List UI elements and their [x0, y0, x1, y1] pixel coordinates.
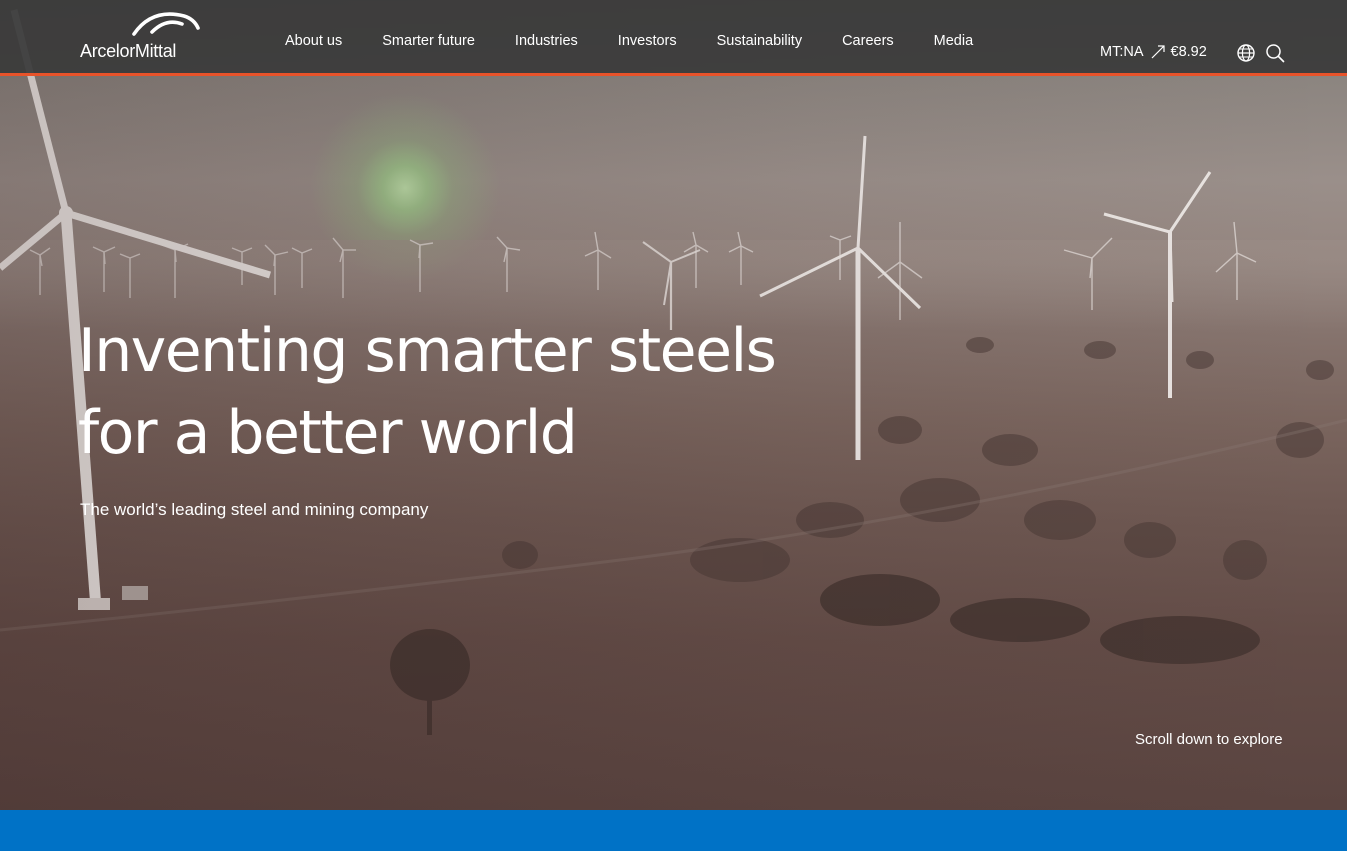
- stock-price: €8.92: [1170, 44, 1207, 60]
- hero-subtitle: The world’s leading steel and mining com…: [80, 500, 429, 519]
- page: ArcelorMittal About us Smarter future In…: [0, 0, 1347, 851]
- nav-item-investors[interactable]: Investors: [598, 33, 697, 49]
- next-section-band: [0, 810, 1347, 851]
- nav-item-about-us[interactable]: About us: [265, 33, 362, 49]
- brand-name: ArcelorMittal: [80, 41, 177, 61]
- nav-item-smarter-future[interactable]: Smarter future: [362, 33, 495, 49]
- hero-headline-line-1: Inventing smarter steels: [78, 316, 777, 386]
- search-icon[interactable]: [1265, 43, 1285, 63]
- nav-item-media[interactable]: Media: [914, 33, 994, 49]
- stock-ticker[interactable]: MT:NA €8.92: [1100, 44, 1207, 60]
- hero-headline-line-2: for a better world: [78, 398, 578, 468]
- brand-logo[interactable]: ArcelorMittal: [80, 8, 205, 64]
- main-nav: About us Smarter future Industries Inves…: [265, 0, 993, 73]
- stock-symbol: MT:NA: [1100, 44, 1144, 60]
- arcelormittal-logo-mark-icon: [132, 12, 200, 36]
- nav-item-careers[interactable]: Careers: [822, 33, 914, 49]
- scroll-down-link[interactable]: Scroll down to explore: [1135, 731, 1283, 748]
- site-header: ArcelorMittal About us Smarter future In…: [0, 0, 1347, 76]
- arrow-up-right-icon: [1151, 45, 1165, 59]
- globe-icon[interactable]: [1236, 43, 1256, 63]
- nav-item-sustainability[interactable]: Sustainability: [697, 33, 822, 49]
- nav-item-industries[interactable]: Industries: [495, 33, 598, 49]
- hero-headline: Inventing smarter steels for a better wo…: [78, 310, 838, 474]
